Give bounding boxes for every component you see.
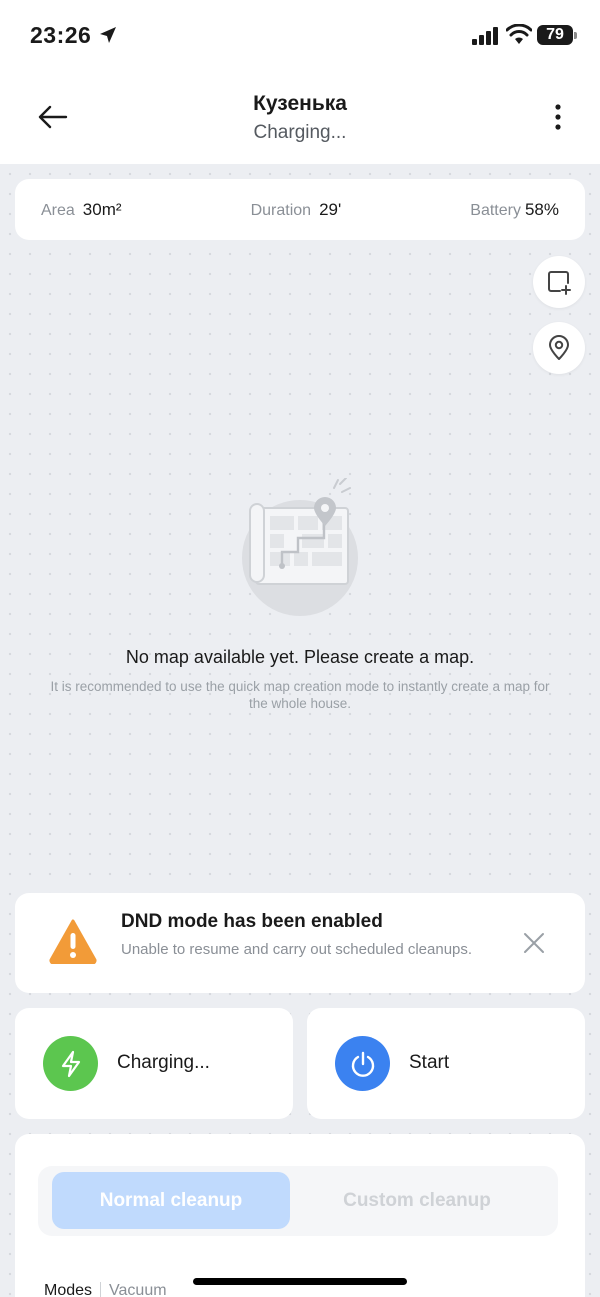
battery-level: 79 xyxy=(546,26,564,43)
area-stat: Area 30m² xyxy=(41,200,122,220)
charging-label: Charging... xyxy=(117,1052,210,1073)
add-area-icon xyxy=(548,271,571,295)
add-area-button[interactable] xyxy=(533,256,585,308)
no-map-illustration-icon xyxy=(242,478,358,616)
lightning-icon xyxy=(61,1050,80,1077)
header: Кузенька Charging... xyxy=(0,72,600,164)
battery-icon: 79 xyxy=(537,25,577,45)
cleanup-mode-tabs: Normal cleanup Custom cleanup xyxy=(38,1166,558,1236)
tab-custom-cleanup[interactable]: Custom cleanup xyxy=(298,1172,536,1229)
dnd-banner: DND mode has been enabled Unable to resu… xyxy=(15,893,585,993)
location-pin-icon xyxy=(549,335,569,360)
empty-map-description: It is recommended to use the quick map c… xyxy=(50,679,550,711)
duration-label: Duration xyxy=(250,201,312,219)
dnd-title: DND mode has been enabled xyxy=(121,911,383,932)
modes-row[interactable]: Modes Vacuum xyxy=(44,1282,167,1297)
more-options-icon[interactable] xyxy=(548,102,568,132)
charging-status-circle xyxy=(43,1036,98,1091)
home-indicator[interactable] xyxy=(193,1278,407,1285)
status-time: 23:26 xyxy=(30,22,92,48)
modes-label: Modes xyxy=(44,1282,102,1297)
close-icon[interactable] xyxy=(522,931,546,955)
location-arrow-icon xyxy=(100,27,116,43)
area-value: 30m² xyxy=(82,199,122,219)
page-title: Кузенька xyxy=(253,92,347,115)
stats-card: Area 30m² Duration 29' Battery 58% xyxy=(15,179,585,240)
wifi-icon xyxy=(506,24,532,44)
duration-stat: Duration 29' xyxy=(251,200,342,220)
charging-button[interactable]: Charging... xyxy=(15,1008,293,1119)
modes-value: Vacuum xyxy=(109,1282,167,1297)
warning-icon xyxy=(49,919,97,964)
battery-value: 58% xyxy=(524,199,559,219)
battery-stat: Battery 58% xyxy=(470,200,559,220)
battery-label: Battery xyxy=(470,201,521,219)
area-label: Area xyxy=(41,201,75,219)
start-circle xyxy=(335,1036,390,1091)
empty-map-title: No map available yet. Please create a ma… xyxy=(125,647,475,667)
tab-normal-cleanup[interactable]: Normal cleanup xyxy=(52,1172,290,1229)
power-icon xyxy=(351,1051,374,1077)
dnd-description: Unable to resume and carry out scheduled… xyxy=(121,941,473,958)
duration-value: 29' xyxy=(319,199,342,219)
locate-button[interactable] xyxy=(533,322,585,374)
start-label: Start xyxy=(409,1052,450,1073)
page-subtitle: Charging... xyxy=(253,122,347,143)
status-bar: 23:26 79 xyxy=(0,0,600,72)
signal-icon xyxy=(472,27,498,45)
start-button[interactable]: Start xyxy=(307,1008,585,1119)
map-area xyxy=(0,164,600,1297)
